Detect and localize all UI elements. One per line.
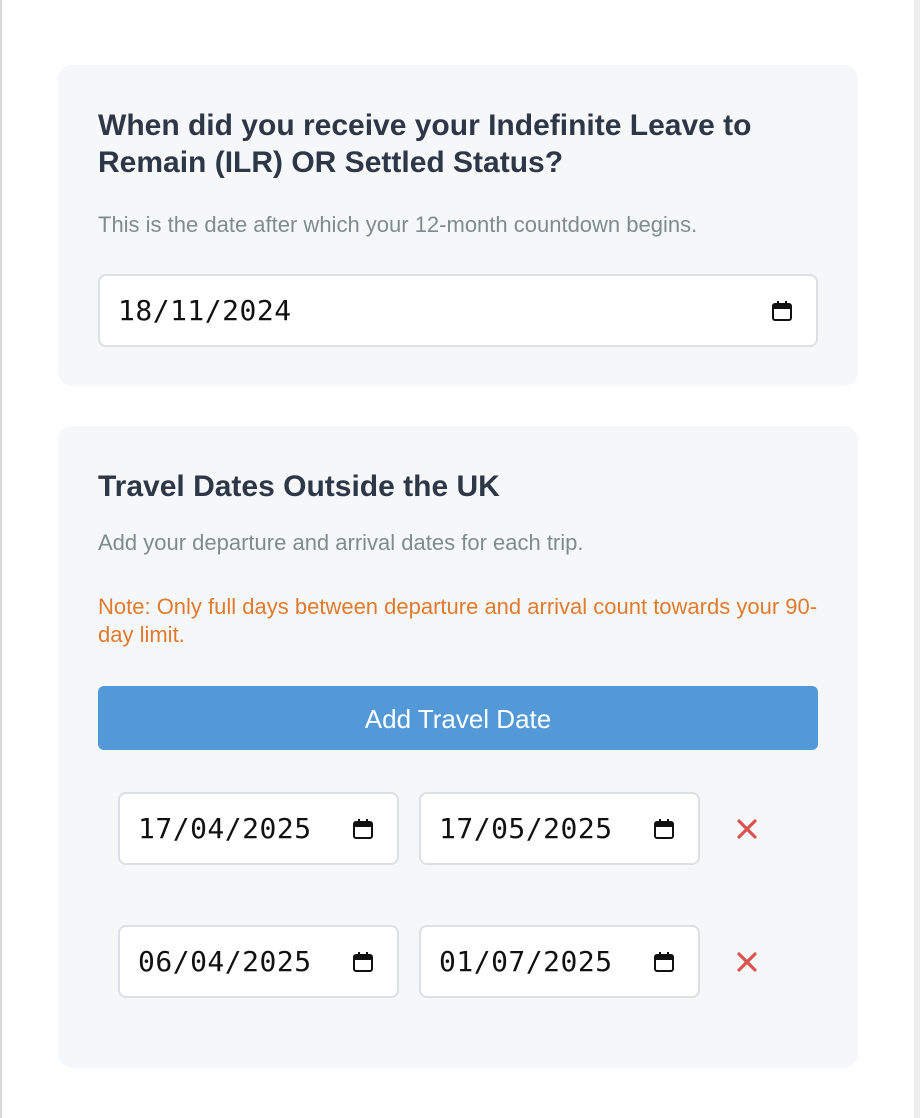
ilr-date-card: When did you receive your Indefinite Lea… bbox=[58, 65, 858, 386]
scrollbar-track[interactable] bbox=[914, 0, 920, 1118]
trip-row: 17/04/2025 17/05/2025 bbox=[118, 792, 778, 865]
ilr-description: This is the date after which your 12-mon… bbox=[98, 212, 698, 237]
ilr-date-value: 18/11/2024 bbox=[118, 294, 292, 327]
travel-heading: Travel Dates Outside the UK bbox=[98, 470, 500, 503]
arrival-date-input[interactable]: 01/07/2025 bbox=[419, 925, 700, 998]
ilr-question-heading: When did you receive your Indefinite Lea… bbox=[98, 109, 752, 179]
calendar-icon[interactable] bbox=[652, 817, 676, 841]
calendar-icon[interactable] bbox=[770, 299, 794, 323]
calendar-icon[interactable] bbox=[351, 950, 375, 974]
close-icon[interactable] bbox=[734, 816, 760, 842]
departure-date-input[interactable]: 06/04/2025 bbox=[118, 925, 399, 998]
page: When did you receive your Indefinite Lea… bbox=[0, 0, 920, 1118]
departure-date-value: 17/04/2025 bbox=[138, 812, 312, 845]
arrival-date-value: 17/05/2025 bbox=[439, 812, 613, 845]
window-left-edge bbox=[0, 0, 2, 1118]
travel-dates-card: Travel Dates Outside the UK Add your dep… bbox=[58, 426, 858, 1068]
add-travel-date-button[interactable]: Add Travel Date bbox=[98, 686, 818, 750]
travel-note: Note: Only full days between departure a… bbox=[98, 594, 818, 647]
departure-date-value: 06/04/2025 bbox=[138, 945, 312, 978]
calendar-icon[interactable] bbox=[351, 817, 375, 841]
close-icon[interactable] bbox=[734, 949, 760, 975]
trip-row: 06/04/2025 01/07/2025 bbox=[118, 925, 778, 998]
travel-description: Add your departure and arrival dates for… bbox=[98, 530, 584, 555]
calendar-icon[interactable] bbox=[652, 950, 676, 974]
departure-date-input[interactable]: 17/04/2025 bbox=[118, 792, 399, 865]
arrival-date-value: 01/07/2025 bbox=[439, 945, 613, 978]
ilr-date-input[interactable]: 18/11/2024 bbox=[98, 274, 818, 347]
arrival-date-input[interactable]: 17/05/2025 bbox=[419, 792, 700, 865]
